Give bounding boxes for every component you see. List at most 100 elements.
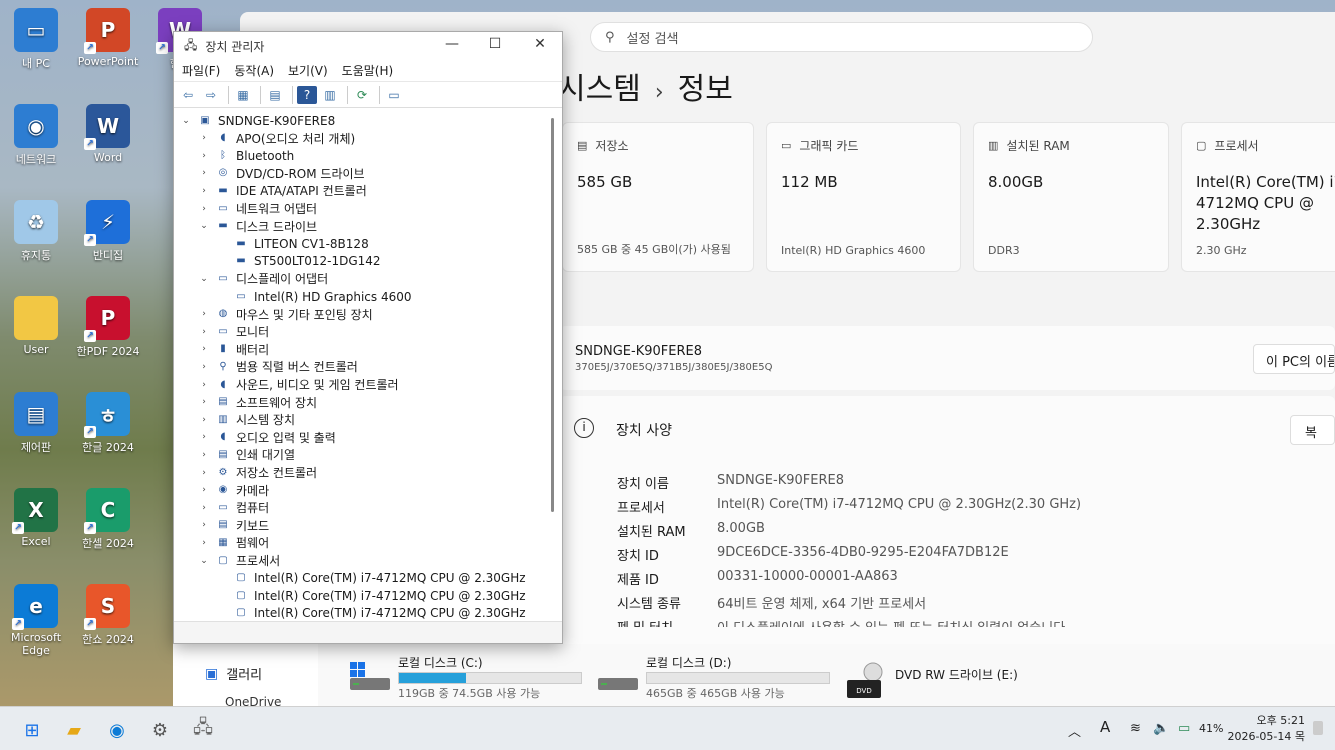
- chevron-down-icon[interactable]: ⌄: [198, 274, 210, 284]
- chevron-right-icon[interactable]: ›: [198, 485, 210, 495]
- close-button[interactable]: ✕: [517, 36, 563, 52]
- desktop-icon[interactable]: ◉ 네트워크: [0, 104, 72, 167]
- tree-item[interactable]: › ▤ 키보드: [198, 517, 269, 534]
- tree-item[interactable]: › ▮ 배터리: [198, 341, 269, 358]
- chevron-down-icon[interactable]: ⌄: [198, 556, 210, 566]
- properties-icon[interactable]: ▤: [265, 86, 285, 104]
- minimize-button[interactable]: —: [429, 36, 475, 52]
- tree-item[interactable]: › ᛒ Bluetooth: [198, 147, 294, 164]
- desktop-icon[interactable]: User: [0, 296, 72, 356]
- breadcrumb-parent[interactable]: 시스템: [558, 72, 641, 107]
- chevron-right-icon[interactable]: ›: [198, 186, 210, 196]
- chevron-right-icon[interactable]: ›: [198, 344, 210, 354]
- desktop-icon[interactable]: W ↗ Word: [72, 104, 144, 164]
- chevron-right-icon[interactable]: ›: [198, 468, 210, 478]
- tree-item[interactable]: ▬ LITEON CV1-8B128: [216, 235, 368, 252]
- start-icon[interactable]: ⊞: [18, 716, 46, 744]
- battery-icon[interactable]: ▭: [1178, 721, 1190, 736]
- tree-item[interactable]: › ◍ 마우스 및 기타 포인팅 장치: [198, 306, 373, 323]
- menu-view[interactable]: 보기(V): [288, 62, 328, 79]
- tree-item[interactable]: ⌄ ▬ 디스크 드라이브: [198, 218, 317, 235]
- chevron-right-icon[interactable]: ›: [198, 503, 210, 513]
- desktop-icon[interactable]: ♻ 휴지통: [0, 200, 72, 263]
- drive-item[interactable]: DVD DVD RW 드라이브 (E:): [845, 652, 1085, 702]
- chevron-down-icon[interactable]: ⌄: [198, 221, 210, 231]
- tree-item[interactable]: › ◖ 오디오 입력 및 출력: [198, 429, 336, 446]
- tree-item[interactable]: › ◖ 사운드, 비디오 및 게임 컨트롤러: [198, 376, 398, 393]
- tree-item[interactable]: ▬ ST500LT012-1DG142: [216, 253, 380, 270]
- chevron-right-icon[interactable]: ›: [198, 397, 210, 407]
- settings-search-input[interactable]: ⚲ 설정 검색: [590, 22, 1093, 52]
- tree-item[interactable]: › ▤ 인쇄 대기열: [198, 446, 295, 463]
- menu-file[interactable]: 파일(F): [182, 62, 220, 79]
- ram-card[interactable]: ▥ 설치된 RAM 8.00GB DDR3: [973, 122, 1169, 272]
- tree-item[interactable]: › ▬ IDE ATA/ATAPI 컨트롤러: [198, 182, 367, 199]
- chevron-right-icon[interactable]: ›: [198, 133, 210, 143]
- desktop-icon[interactable]: ▭ 내 PC: [0, 8, 72, 71]
- chevron-right-icon[interactable]: ›: [198, 362, 210, 372]
- copy-button[interactable]: 복사: [1290, 415, 1335, 445]
- tree-item[interactable]: › ▤ 소프트웨어 장치: [198, 394, 317, 411]
- chevron-right-icon[interactable]: ›: [198, 168, 210, 178]
- tree-item[interactable]: ⌄ ▭ 디스플레이 어댑터: [198, 270, 328, 287]
- graphics-card[interactable]: ▭ 그래픽 카드 112 MB Intel(R) HD Graphics 4600: [766, 122, 961, 272]
- chevron-right-icon[interactable]: ›: [198, 415, 210, 425]
- chevron-right-icon[interactable]: ›: [198, 380, 210, 390]
- notification-icon[interactable]: [1313, 721, 1323, 735]
- chevron-right-icon[interactable]: ›: [198, 151, 210, 161]
- chevron-right-icon[interactable]: ›: [198, 327, 210, 337]
- tree-item[interactable]: › ◉ 카메라: [198, 482, 269, 499]
- tree-item[interactable]: › ▭ 모니터: [198, 323, 269, 340]
- nav-item-gallery[interactable]: ▣ 갤러리: [205, 664, 262, 684]
- chevron-right-icon[interactable]: ›: [198, 309, 210, 319]
- ime-indicator[interactable]: A: [1100, 718, 1110, 736]
- tree-item[interactable]: ▢ Intel(R) Core(TM) i7-4712MQ CPU @ 2.30G…: [216, 570, 525, 587]
- chevron-right-icon[interactable]: ›: [198, 432, 210, 442]
- chevron-right-icon[interactable]: ›: [198, 450, 210, 460]
- desktop-icon[interactable]: ㅎ ↗ 한글 2024: [72, 392, 144, 455]
- tree-item[interactable]: ▭ Intel(R) HD Graphics 4600: [216, 288, 411, 305]
- tree-item[interactable]: ▢ Intel(R) Core(TM) i7-4712MQ CPU @ 2.30G…: [216, 605, 525, 622]
- clock[interactable]: 오후 5:21 2026-05-14 목: [1227, 713, 1305, 745]
- desktop-icon[interactable]: e ↗ Microsoft Edge: [0, 584, 72, 657]
- volume-icon[interactable]: 🔈: [1153, 721, 1169, 736]
- settings-icon[interactable]: ⚙: [146, 716, 174, 744]
- rename-pc-button[interactable]: 이 PC의 이름 바꾸기: [1253, 344, 1335, 374]
- desktop-icon[interactable]: ▤ 제어판: [0, 392, 72, 455]
- tree-item[interactable]: ⌄ ▣ SNDNGE-K90FERE8: [180, 112, 335, 129]
- chevron-right-icon[interactable]: ›: [198, 204, 210, 214]
- update-driver-icon[interactable]: ⟳: [352, 86, 372, 104]
- wifi-icon[interactable]: ≋: [1130, 721, 1141, 736]
- tree-item[interactable]: › ◎ DVD/CD-ROM 드라이브: [198, 165, 364, 182]
- desktop-icon[interactable]: P ↗ PowerPoint: [72, 8, 144, 68]
- chevron-right-icon[interactable]: ›: [198, 538, 210, 548]
- desktop-icon[interactable]: ⚡ ↗ 반디집: [72, 200, 144, 263]
- processor-card[interactable]: ▢ 프로세서 Intel(R) Core(TM) i7-4712MQ CPU @ …: [1181, 122, 1335, 272]
- desktop-icon[interactable]: C ↗ 한셀 2024: [72, 488, 144, 551]
- tree-item[interactable]: › ⚙ 저장소 컨트롤러: [198, 464, 317, 481]
- device-manager-taskbar-icon[interactable]: 🖧: [189, 716, 217, 744]
- maximize-button[interactable]: ☐: [472, 36, 518, 52]
- menu-action[interactable]: 동작(A): [234, 62, 274, 79]
- chevron-up-icon[interactable]: ︿: [1068, 721, 1081, 740]
- tree-item[interactable]: ⌄ ▢ 프로세서: [198, 552, 280, 569]
- chevron-down-icon[interactable]: ⌄: [180, 116, 192, 126]
- tree-item[interactable]: › ◖ APO(오디오 처리 개체): [198, 130, 355, 147]
- show-hide-tree-icon[interactable]: ▦: [233, 86, 253, 104]
- desktop-icon[interactable]: S ↗ 한쇼 2024: [72, 584, 144, 647]
- forward-icon[interactable]: ⇨: [201, 86, 221, 104]
- help-icon[interactable]: ?: [297, 85, 317, 104]
- edge-icon[interactable]: ◉: [103, 716, 131, 744]
- drive-item[interactable]: 로컬 디스크 (C:) 119GB 중 74.5GB 사용 가능: [348, 652, 588, 702]
- storage-card[interactable]: ▤ 저장소 585 GB 585 GB 중 45 GB이(가) 사용됨: [562, 122, 754, 272]
- drive-item[interactable]: 로컬 디스크 (D:) 465GB 중 465GB 사용 가능: [596, 652, 836, 702]
- tree-item[interactable]: › ▦ 펌웨어: [198, 534, 269, 551]
- tree-item[interactable]: › ▭ 네트워크 어댑터: [198, 200, 317, 217]
- tree-item[interactable]: ▢ Intel(R) Core(TM) i7-4712MQ CPU @ 2.30G…: [216, 587, 525, 604]
- desktop-icon[interactable]: P ↗ 한PDF 2024: [72, 296, 144, 359]
- back-icon[interactable]: ⇦: [178, 86, 198, 104]
- tree-item[interactable]: › ▥ 시스템 장치: [198, 411, 295, 428]
- menu-help[interactable]: 도움말(H): [342, 62, 394, 79]
- tree-item[interactable]: › ⚲ 범용 직렬 버스 컨트롤러: [198, 358, 358, 375]
- file-explorer-icon[interactable]: ▰: [60, 716, 88, 744]
